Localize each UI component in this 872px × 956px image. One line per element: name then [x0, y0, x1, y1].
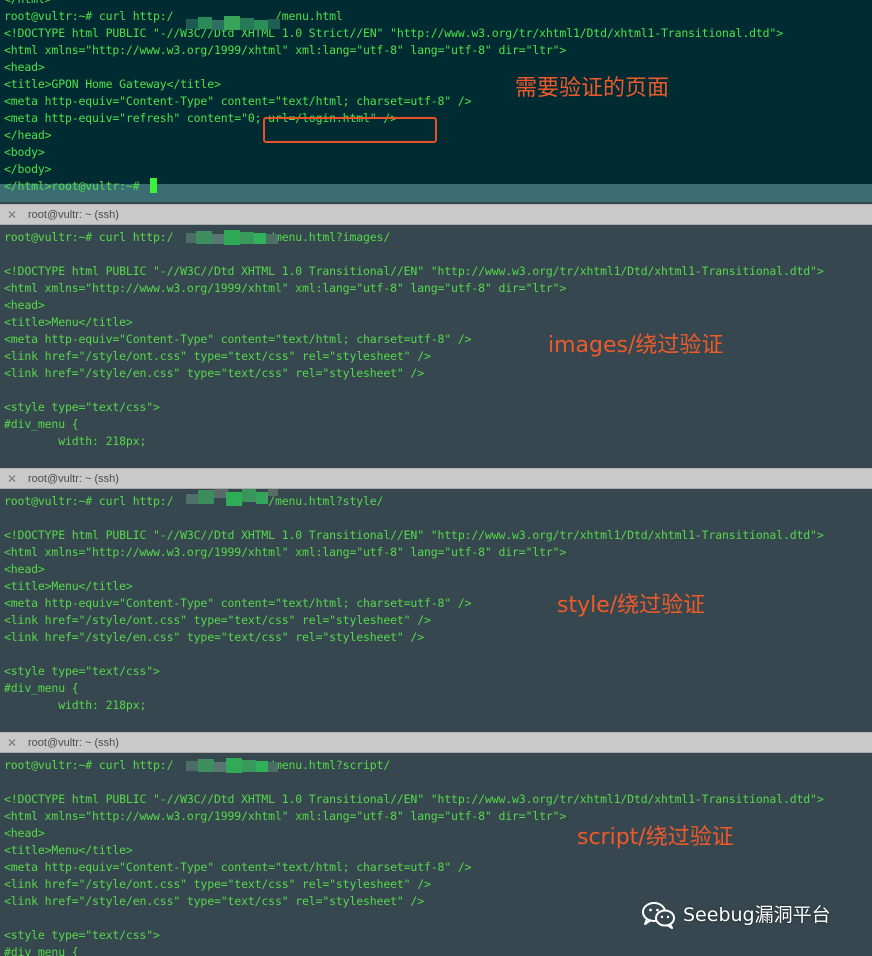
terminal-line: <style type="text/css"> [4, 664, 160, 678]
redacted-ip-mosaic [186, 230, 280, 246]
terminal-line: root@vultr:~# curl http:/ /menu.html?ima… [4, 230, 391, 244]
terminal-line: </html> [4, 0, 783, 8]
terminal-line: <link href="/style/ont.css" type="text/c… [4, 877, 431, 891]
terminal-line: root@vultr:~# curl http:/ /menu.html?scr… [4, 758, 391, 772]
terminal-pane-3[interactable]: root@vultr:~# curl http:/ /menu.html?sty… [0, 489, 872, 732]
terminal-line: width: 218px; [4, 698, 147, 712]
terminal-line: root@vultr:~# curl http:/ /menu.html?sty… [4, 494, 384, 508]
terminal-line: </body> [4, 162, 52, 176]
terminal-pane-1[interactable]: </html> root@vultr:~# curl http:/ /menu.… [0, 0, 872, 202]
terminal-line: <!DOCTYPE html PUBLIC "-//W3C//Dtd XHTML… [4, 26, 783, 40]
terminal-line: <html xmlns="http://www.w3.org/1999/xhtm… [4, 43, 567, 57]
terminal-line: #div_menu { [4, 945, 79, 956]
close-icon[interactable]: ✕ [7, 736, 17, 750]
annotation-label: style/绕过验证 [557, 593, 706, 618]
terminal-line: <body> [4, 145, 45, 159]
annotation-label: script/绕过验证 [577, 825, 734, 850]
terminal-line: #div_menu { [4, 681, 79, 695]
terminal-line: <link href="/style/en.css" type="text/cs… [4, 366, 424, 380]
watermark-text: Seebug漏洞平台 [683, 904, 831, 926]
terminal-pane-2[interactable]: root@vultr:~# curl http:/ /menu.html?ima… [0, 225, 872, 468]
tab-title-bar[interactable]: ✕ root@vultr: ~ (ssh) [0, 732, 872, 753]
tab-title: root@vultr: ~ (ssh) [28, 737, 119, 749]
terminal-line: </html>root@vultr:~# [4, 179, 147, 193]
tab-title-bar[interactable]: ✕ root@vultr: ~ (ssh) [0, 468, 872, 489]
tab-title: root@vultr: ~ (ssh) [28, 473, 119, 485]
tab-title: root@vultr: ~ (ssh) [28, 209, 119, 221]
terminal-line: <title>Menu</title> [4, 315, 133, 329]
watermark: Seebug漏洞平台 [641, 901, 831, 929]
terminal-line: <!DOCTYPE html PUBLIC "-//W3C//Dtd XHTML… [4, 264, 824, 278]
terminal-line: <html xmlns="http://www.w3.org/1999/xhtm… [4, 545, 567, 559]
terminal-line: <head> [4, 562, 45, 576]
terminal-line: width: 218px; [4, 434, 147, 448]
terminal-line: #div_menu { [4, 417, 79, 431]
terminal-line: root@vultr:~# curl http:/ /menu.html [4, 9, 343, 23]
annotation-label: images/绕过验证 [548, 333, 724, 358]
redacted-ip-mosaic [186, 489, 280, 508]
terminal-line: <head> [4, 298, 45, 312]
terminal-line: <!DOCTYPE html PUBLIC "-//W3C//Dtd XHTML… [4, 528, 824, 542]
redacted-ip-mosaic [186, 16, 282, 32]
close-icon[interactable]: ✕ [7, 472, 17, 486]
wechat-icon [642, 902, 675, 929]
terminal-line: <html xmlns="http://www.w3.org/1999/xhtm… [4, 809, 567, 823]
terminal-line: <style type="text/css"> [4, 928, 160, 942]
tab-title-bar[interactable]: ✕ root@vultr: ~ (ssh) [0, 204, 872, 225]
redacted-ip-mosaic [186, 758, 280, 774]
terminal-line: <html xmlns="http://www.w3.org/1999/xhtm… [4, 281, 567, 295]
close-icon[interactable]: ✕ [7, 208, 17, 222]
terminal-line: <!DOCTYPE html PUBLIC "-//W3C//Dtd XHTML… [4, 792, 824, 806]
annotation-label: 需要验证的页面 [515, 76, 670, 101]
terminal-line: <head> [4, 60, 45, 74]
terminal-line: <meta http-equiv="Content-Type" content=… [4, 860, 472, 874]
terminal-prompt-line: </html>root@vultr:~# [4, 178, 783, 195]
terminal-line: <link href="/style/en.css" type="text/cs… [4, 630, 424, 644]
highlight-box [263, 117, 437, 143]
terminal-cursor [150, 178, 158, 193]
terminal-line: <style type="text/css"> [4, 400, 160, 414]
